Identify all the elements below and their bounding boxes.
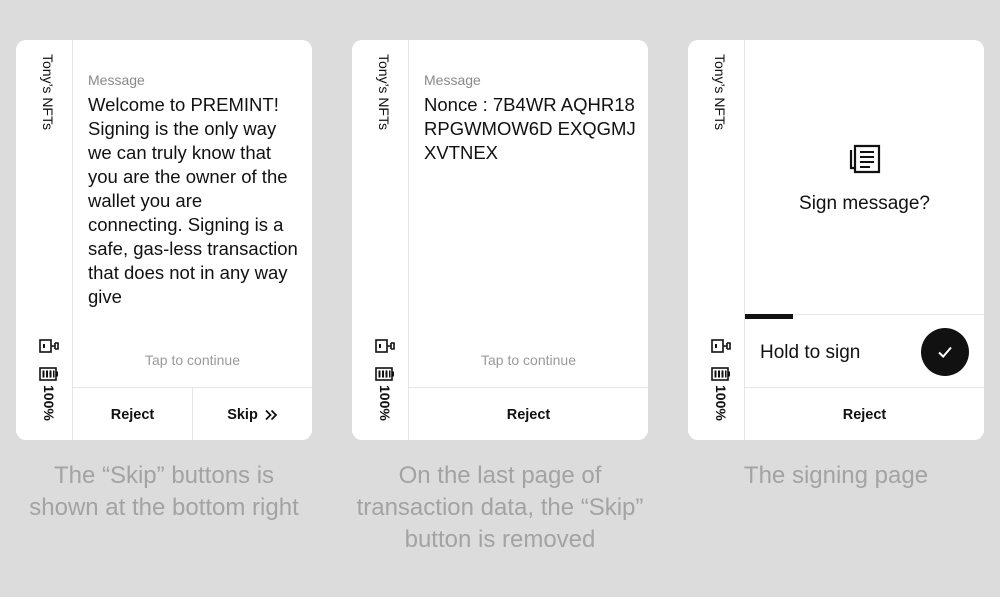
hold-to-sign-label: Hold to sign — [760, 342, 861, 363]
skip-label: Skip — [227, 406, 258, 423]
hold-to-sign-row[interactable]: Hold to sign — [745, 314, 984, 388]
usb-connection-icon — [39, 339, 59, 353]
reject-label: Reject — [110, 406, 155, 423]
sign-message-title: Sign message? — [799, 193, 930, 214]
battery-icon — [375, 367, 394, 381]
action-footer: Reject — [409, 387, 648, 440]
device-screen-message: Tony’s NFTs 100% Message Welcome to PREM… — [16, 40, 312, 440]
battery-level: 100% — [377, 385, 393, 421]
stage: Tony’s NFTs 100% Message Welcome to PREM… — [0, 0, 1000, 597]
message-body: Nonce : 7B4WR AQHR18RPGWMOW6D EXQGMJXVTN… — [424, 94, 636, 163]
status-sidebar: Tony’s NFTs 100% — [688, 40, 745, 440]
app-name: Tony’s NFTs — [40, 54, 56, 130]
battery-icon — [39, 367, 58, 381]
device-screen-signing: Tony’s NFTs 100% Sign message? Hold to s… — [688, 40, 984, 440]
checkmark-icon — [938, 346, 952, 358]
status-sidebar: Tony’s NFTs 100% — [352, 40, 409, 440]
reject-button[interactable]: Reject — [409, 388, 648, 440]
document-icon — [849, 144, 881, 174]
battery-level: 100% — [41, 385, 57, 421]
caption-last-page: On the last page of transaction data, th… — [356, 462, 644, 553]
skip-button[interactable]: Skip — [192, 388, 312, 440]
message-body: Welcome to PREMINT! Signing is the only … — [88, 94, 298, 307]
message-label: Message — [88, 72, 145, 88]
action-footer: Reject Skip — [73, 387, 312, 440]
message-label: Message — [424, 72, 481, 88]
usb-connection-icon — [711, 339, 731, 353]
battery-icon — [711, 367, 730, 381]
app-name: Tony’s NFTs — [712, 54, 728, 130]
app-name: Tony’s NFTs — [376, 54, 392, 130]
reject-label: Reject — [506, 406, 551, 423]
reject-label: Reject — [842, 406, 887, 423]
caption-signing-page: The signing page — [743, 462, 929, 489]
action-footer: Reject — [745, 387, 984, 440]
tap-to-continue-hint[interactable]: Tap to continue — [73, 352, 312, 368]
reject-button[interactable]: Reject — [745, 388, 984, 440]
message-content[interactable]: Message Nonce : 7B4WR AQHR18RPGWMOW6D EX… — [409, 40, 648, 387]
status-sidebar: Tony’s NFTs 100% — [16, 40, 73, 440]
battery-level: 100% — [713, 385, 729, 421]
double-chevron-right-icon — [265, 409, 278, 420]
usb-connection-icon — [375, 339, 395, 353]
hold-to-sign-button[interactable] — [921, 328, 969, 376]
tap-to-continue-hint[interactable]: Tap to continue — [409, 352, 648, 368]
message-content[interactable]: Message Welcome to PREMINT! Signing is t… — [73, 40, 312, 387]
caption-skip-button: The “Skip” buttons is shown at the botto… — [29, 462, 299, 521]
reject-button[interactable]: Reject — [73, 388, 192, 440]
hold-progress-bar — [745, 314, 793, 319]
device-screen-last-page: Tony’s NFTs 100% Message Nonce : 7B4WR A… — [352, 40, 648, 440]
